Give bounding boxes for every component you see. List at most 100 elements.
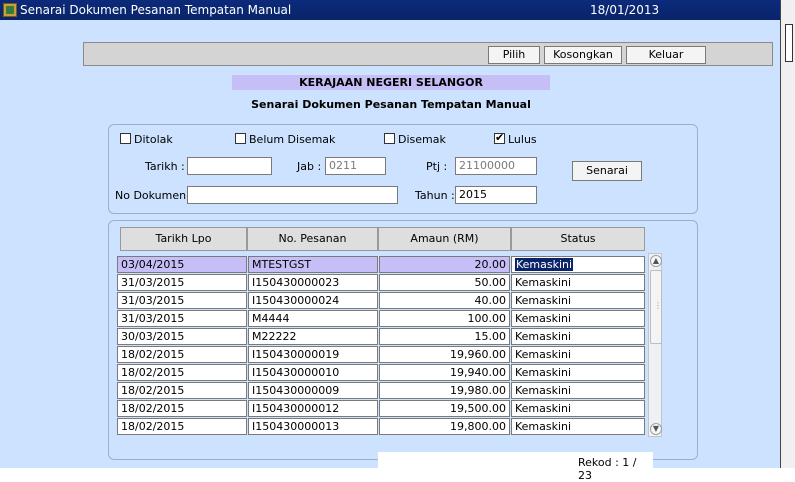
cell-status-text: Kemaskini	[515, 276, 572, 289]
forms-app-icon	[3, 3, 17, 17]
cell-amaun[interactable]: 19,500.00	[379, 400, 510, 417]
cell-tarikh-lpo[interactable]: 30/03/2015	[117, 328, 247, 345]
tahun-label: Tahun :	[415, 189, 455, 202]
ptj-label: Ptj :	[426, 160, 448, 173]
cell-amaun[interactable]: 100.00	[379, 310, 510, 327]
cell-amaun[interactable]: 19,980.00	[379, 382, 510, 399]
cell-status[interactable]: Kemaskini	[511, 310, 645, 327]
cell-status[interactable]: Kemaskini	[511, 364, 645, 381]
cell-amaun[interactable]: 19,800.00	[379, 418, 510, 435]
cell-no-pesanan-text: I150430000012	[252, 402, 340, 415]
cell-no-pesanan[interactable]: I150430000013	[248, 418, 378, 435]
cell-no-pesanan-text: I150430000013	[252, 420, 340, 433]
cell-tarikh-lpo-text: 30/03/2015	[121, 330, 185, 343]
cell-tarikh-lpo-text: 18/02/2015	[121, 384, 185, 397]
cell-no-pesanan[interactable]: M22222	[248, 328, 378, 345]
cell-no-pesanan[interactable]: I150430000012	[248, 400, 378, 417]
cell-amaun-text: 15.00	[474, 330, 507, 343]
cell-status[interactable]: Kemaskini	[511, 382, 645, 399]
cell-amaun[interactable]: 15.00	[379, 328, 510, 345]
cell-amaun[interactable]: 20.00	[379, 256, 510, 273]
cell-amaun[interactable]: 19,960.00	[379, 346, 510, 363]
cell-tarikh-lpo-text: 31/03/2015	[121, 294, 185, 307]
disemak-label: Disemak	[398, 133, 446, 146]
belum-disemak-checkbox[interactable]	[235, 133, 246, 144]
cell-status-text: Kemaskini	[515, 312, 572, 325]
cell-tarikh-lpo[interactable]: 31/03/2015	[117, 292, 247, 309]
cell-status[interactable]: Kemaskini	[511, 346, 645, 363]
cell-tarikh-lpo[interactable]: 18/02/2015	[117, 418, 247, 435]
cell-no-pesanan-text: M22222	[252, 330, 297, 343]
col-header-tarikh-lpo: Tarikh Lpo	[120, 227, 247, 251]
cell-amaun[interactable]: 50.00	[379, 274, 510, 291]
cell-no-pesanan[interactable]: I150430000024	[248, 292, 378, 309]
cell-amaun[interactable]: 19,940.00	[379, 364, 510, 381]
record-counter: Rekod : 1 / 23	[578, 456, 637, 482]
cell-status-text: Kemaskini	[515, 330, 572, 343]
cell-status[interactable]: Kemaskini	[511, 292, 645, 309]
cell-tarikh-lpo-text: 18/02/2015	[121, 402, 185, 415]
cell-no-pesanan[interactable]: I150430000010	[248, 364, 378, 381]
cell-no-pesanan[interactable]: I150430000009	[248, 382, 378, 399]
col-header-status: Status	[511, 227, 645, 251]
table-scrollbar[interactable]: ▲ ⋮ ▼	[648, 253, 662, 437]
cell-tarikh-lpo[interactable]: 31/03/2015	[117, 310, 247, 327]
cell-status[interactable]: Kemaskini	[511, 400, 645, 417]
cell-amaun[interactable]: 40.00	[379, 292, 510, 309]
cell-status-text: Kemaskini	[515, 384, 572, 397]
lulus-checkbox[interactable]	[494, 131, 505, 144]
cell-status[interactable]: Kemaskini	[511, 256, 645, 273]
jab-label: Jab :	[297, 160, 322, 173]
cell-status-text: Kemaskini	[515, 366, 572, 379]
lulus-label: Lulus	[508, 133, 537, 146]
cell-tarikh-lpo-text: 18/02/2015	[121, 420, 185, 433]
outer-scrollbar[interactable]	[780, 0, 795, 468]
cell-amaun-text: 20.00	[474, 258, 507, 271]
page-subheading: Senarai Dokumen Pesanan Tempatan Manual	[251, 98, 531, 111]
cell-amaun-text: 40.00	[474, 294, 507, 307]
scroll-up-icon[interactable]: ▲	[650, 255, 662, 267]
cell-amaun-text: 100.00	[467, 312, 507, 325]
keluar-button[interactable]: Keluar	[626, 46, 706, 64]
senarai-button[interactable]: Senarai	[572, 161, 642, 181]
tahun-input[interactable]: 2015	[455, 186, 537, 204]
no-dokumen-input[interactable]	[187, 186, 398, 204]
ditolak-checkbox[interactable]	[120, 133, 131, 144]
page-heading: KERAJAAN NEGERI SELANGOR	[232, 75, 550, 90]
cell-no-pesanan-text: I150430000024	[252, 294, 340, 307]
cell-status[interactable]: Kemaskini	[511, 418, 645, 435]
cell-tarikh-lpo[interactable]: 18/02/2015	[117, 364, 247, 381]
cell-status[interactable]: Kemaskini	[511, 328, 645, 345]
window-title: Senarai Dokumen Pesanan Tempatan Manual	[20, 3, 292, 17]
cell-tarikh-lpo[interactable]: 18/02/2015	[117, 382, 247, 399]
cell-no-pesanan[interactable]: M4444	[248, 310, 378, 327]
cell-amaun-text: 19,940.00	[450, 366, 506, 379]
cell-no-pesanan[interactable]: I150430000023	[248, 274, 378, 291]
cell-status[interactable]: Kemaskini	[511, 274, 645, 291]
tarikh-label: Tarikh :	[145, 160, 185, 173]
cell-no-pesanan-text: M4444	[252, 312, 290, 325]
ditolak-label: Ditolak	[134, 133, 173, 146]
kosongkan-button[interactable]: Kosongkan	[544, 46, 622, 64]
window-title-bar: Senarai Dokumen Pesanan Tempatan Manual …	[0, 0, 780, 20]
disemak-checkbox[interactable]	[384, 133, 395, 144]
scroll-down-icon[interactable]: ▼	[650, 423, 662, 435]
cell-status-text: Kemaskini	[515, 258, 574, 271]
cell-amaun-text: 50.00	[474, 276, 507, 289]
pilih-button[interactable]: Pilih	[488, 46, 540, 64]
cell-tarikh-lpo[interactable]: 31/03/2015	[117, 274, 247, 291]
ptj-input[interactable]: 21100000	[455, 157, 537, 175]
cell-status-text: Kemaskini	[515, 348, 572, 361]
cell-tarikh-lpo[interactable]: 18/02/2015	[117, 400, 247, 417]
cell-tarikh-lpo[interactable]: 03/04/2015	[117, 256, 247, 273]
tarikh-input[interactable]	[187, 157, 272, 175]
table-scrollbar-thumb[interactable]: ⋮	[650, 270, 662, 344]
jab-input[interactable]: 0211	[325, 157, 386, 175]
cell-no-pesanan-text: I150430000023	[252, 276, 340, 289]
cell-no-pesanan[interactable]: MTESTGST	[248, 256, 378, 273]
cell-no-pesanan[interactable]: I150430000019	[248, 346, 378, 363]
col-header-amaun: Amaun (RM)	[378, 227, 511, 251]
toolbar: Pilih Kosongkan Keluar	[83, 42, 773, 66]
outer-scrollbar-thumb[interactable]	[785, 24, 793, 62]
cell-tarikh-lpo[interactable]: 18/02/2015	[117, 346, 247, 363]
